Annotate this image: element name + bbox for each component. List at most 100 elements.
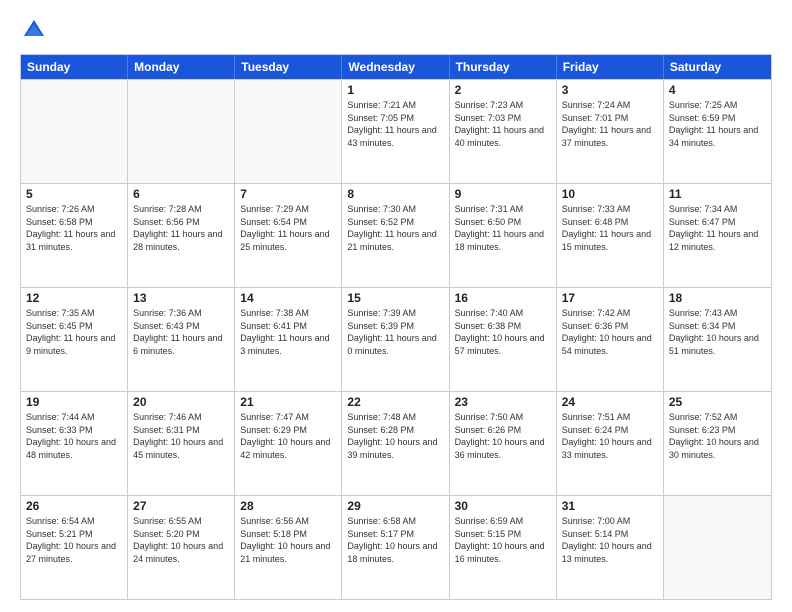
day-number: 22 (347, 395, 443, 409)
day-number: 10 (562, 187, 658, 201)
cell-info: Sunrise: 7:43 AM Sunset: 6:34 PM Dayligh… (669, 307, 766, 357)
day-number: 29 (347, 499, 443, 513)
day-number: 28 (240, 499, 336, 513)
cal-row-0: 1Sunrise: 7:21 AM Sunset: 7:05 PM Daylig… (21, 79, 771, 183)
day-number: 5 (26, 187, 122, 201)
cal-cell-16: 16Sunrise: 7:40 AM Sunset: 6:38 PM Dayli… (450, 288, 557, 391)
cal-cell-13: 13 Sunrise: 7:36 AM Sunset: 6:43 PM Dayli… (128, 288, 235, 391)
day-number: 2 (455, 83, 551, 97)
cell-info: Sunrise: 7:25 AM Sunset: 6:59 PM Dayligh… (669, 99, 766, 149)
header (20, 16, 772, 44)
day-number: 18 (669, 291, 766, 305)
calendar-header-row: SundayMondayTuesdayWednesdayThursdayFrid… (21, 55, 771, 79)
day-number: 21 (240, 395, 336, 409)
cal-cell-9: 9 Sunrise: 7:31 AM Sunset: 6:50 PM Daylig… (450, 184, 557, 287)
cal-cell-27: 27 Sunrise: 6:55 AM Sunset: 5:20 PM Dayli… (128, 496, 235, 599)
day-number: 12 (26, 291, 122, 305)
cell-info: Sunrise: 7:36 AM Sunset: 6:43 PM Dayligh… (133, 307, 229, 357)
logo (20, 16, 52, 44)
cal-header-friday: Friday (557, 55, 664, 79)
cell-info: Sunrise: 7:46 AM Sunset: 6:31 PM Dayligh… (133, 411, 229, 461)
cell-info: Sunrise: 7:44 AM Sunset: 6:33 PM Dayligh… (26, 411, 122, 461)
cell-info: Sunrise: 6:56 AM Sunset: 5:18 PM Dayligh… (240, 515, 336, 565)
cal-cell-14: 14Sunrise: 7:38 AM Sunset: 6:41 PM Dayli… (235, 288, 342, 391)
cell-info: Sunrise: 7:29 AM Sunset: 6:54 PM Dayligh… (240, 203, 336, 253)
cell-info: Sunrise: 7:34 AM Sunset: 6:47 PM Dayligh… (669, 203, 766, 253)
cell-info: Sunrise: 7:00 AM Sunset: 5:14 PM Dayligh… (562, 515, 658, 565)
cell-info: Sunrise: 7:23 AM Sunset: 7:03 PM Dayligh… (455, 99, 551, 149)
day-number: 9 (455, 187, 551, 201)
cal-cell-24: 24 Sunrise: 7:51 AM Sunset: 6:24 PM Dayli… (557, 392, 664, 495)
cell-info: Sunrise: 7:35 AM Sunset: 6:45 PM Dayligh… (26, 307, 122, 357)
day-number: 6 (133, 187, 229, 201)
cal-cell-3: 3Sunrise: 7:24 AM Sunset: 7:01 PM Daylig… (557, 80, 664, 183)
cal-cell-12: 12 Sunrise: 7:35 AM Sunset: 6:45 PM Dayli… (21, 288, 128, 391)
cell-info: Sunrise: 6:59 AM Sunset: 5:15 PM Dayligh… (455, 515, 551, 565)
calendar: SundayMondayTuesdayWednesdayThursdayFrid… (20, 54, 772, 600)
cal-cell-20: 20 Sunrise: 7:46 AM Sunset: 6:31 PM Dayli… (128, 392, 235, 495)
cal-cell-17: 17 Sunrise: 7:42 AM Sunset: 6:36 PM Dayli… (557, 288, 664, 391)
cal-cell-5: 5 Sunrise: 7:26 AM Sunset: 6:58 PM Daylig… (21, 184, 128, 287)
cell-info: Sunrise: 6:58 AM Sunset: 5:17 PM Dayligh… (347, 515, 443, 565)
cell-info: Sunrise: 7:33 AM Sunset: 6:48 PM Dayligh… (562, 203, 658, 253)
day-number: 20 (133, 395, 229, 409)
cell-info: Sunrise: 7:50 AM Sunset: 6:26 PM Dayligh… (455, 411, 551, 461)
cal-cell-18: 18 Sunrise: 7:43 AM Sunset: 6:34 PM Dayli… (664, 288, 771, 391)
day-number: 31 (562, 499, 658, 513)
cell-info: Sunrise: 7:40 AM Sunset: 6:38 PM Dayligh… (455, 307, 551, 357)
day-number: 11 (669, 187, 766, 201)
cal-header-monday: Monday (128, 55, 235, 79)
cell-info: Sunrise: 7:52 AM Sunset: 6:23 PM Dayligh… (669, 411, 766, 461)
day-number: 24 (562, 395, 658, 409)
cal-cell-empty-0-0 (21, 80, 128, 183)
day-number: 7 (240, 187, 336, 201)
calendar-body: 1Sunrise: 7:21 AM Sunset: 7:05 PM Daylig… (21, 79, 771, 599)
cell-info: Sunrise: 6:55 AM Sunset: 5:20 PM Dayligh… (133, 515, 229, 565)
cal-cell-30: 30Sunrise: 6:59 AM Sunset: 5:15 PM Dayli… (450, 496, 557, 599)
cal-cell-10: 10 Sunrise: 7:33 AM Sunset: 6:48 PM Dayli… (557, 184, 664, 287)
cal-row-2: 12 Sunrise: 7:35 AM Sunset: 6:45 PM Dayli… (21, 287, 771, 391)
day-number: 13 (133, 291, 229, 305)
cell-info: Sunrise: 7:42 AM Sunset: 6:36 PM Dayligh… (562, 307, 658, 357)
day-number: 17 (562, 291, 658, 305)
cal-cell-22: 22 Sunrise: 7:48 AM Sunset: 6:28 PM Dayli… (342, 392, 449, 495)
cal-header-saturday: Saturday (664, 55, 771, 79)
cal-cell-15: 15Sunrise: 7:39 AM Sunset: 6:39 PM Dayli… (342, 288, 449, 391)
cal-cell-4: 4 Sunrise: 7:25 AM Sunset: 6:59 PM Daylig… (664, 80, 771, 183)
cal-row-3: 19 Sunrise: 7:44 AM Sunset: 6:33 PM Dayli… (21, 391, 771, 495)
cell-info: Sunrise: 7:48 AM Sunset: 6:28 PM Dayligh… (347, 411, 443, 461)
day-number: 23 (455, 395, 551, 409)
cal-cell-7: 7 Sunrise: 7:29 AM Sunset: 6:54 PM Daylig… (235, 184, 342, 287)
cell-info: Sunrise: 7:30 AM Sunset: 6:52 PM Dayligh… (347, 203, 443, 253)
cal-cell-empty-0-1 (128, 80, 235, 183)
cal-cell-29: 29 Sunrise: 6:58 AM Sunset: 5:17 PM Dayli… (342, 496, 449, 599)
day-number: 14 (240, 291, 336, 305)
day-number: 27 (133, 499, 229, 513)
cal-cell-23: 23 Sunrise: 7:50 AM Sunset: 6:26 PM Dayli… (450, 392, 557, 495)
cal-cell-31: 31 Sunrise: 7:00 AM Sunset: 5:14 PM Dayli… (557, 496, 664, 599)
logo-icon (20, 16, 48, 44)
cal-cell-6: 6 Sunrise: 7:28 AM Sunset: 6:56 PM Daylig… (128, 184, 235, 287)
day-number: 1 (347, 83, 443, 97)
cal-cell-19: 19 Sunrise: 7:44 AM Sunset: 6:33 PM Dayli… (21, 392, 128, 495)
cell-info: Sunrise: 7:47 AM Sunset: 6:29 PM Dayligh… (240, 411, 336, 461)
day-number: 19 (26, 395, 122, 409)
cal-cell-empty-0-2 (235, 80, 342, 183)
cal-cell-empty-4-6 (664, 496, 771, 599)
cell-info: Sunrise: 7:28 AM Sunset: 6:56 PM Dayligh… (133, 203, 229, 253)
cal-cell-11: 11 Sunrise: 7:34 AM Sunset: 6:47 PM Dayli… (664, 184, 771, 287)
cell-info: Sunrise: 7:31 AM Sunset: 6:50 PM Dayligh… (455, 203, 551, 253)
cell-info: Sunrise: 7:39 AM Sunset: 6:39 PM Dayligh… (347, 307, 443, 357)
day-number: 8 (347, 187, 443, 201)
day-number: 4 (669, 83, 766, 97)
cal-cell-25: 25Sunrise: 7:52 AM Sunset: 6:23 PM Dayli… (664, 392, 771, 495)
cal-cell-1: 1Sunrise: 7:21 AM Sunset: 7:05 PM Daylig… (342, 80, 449, 183)
cal-cell-8: 8 Sunrise: 7:30 AM Sunset: 6:52 PM Daylig… (342, 184, 449, 287)
cal-header-sunday: Sunday (21, 55, 128, 79)
day-number: 26 (26, 499, 122, 513)
cal-header-wednesday: Wednesday (342, 55, 449, 79)
cell-info: Sunrise: 7:26 AM Sunset: 6:58 PM Dayligh… (26, 203, 122, 253)
cal-cell-2: 2 Sunrise: 7:23 AM Sunset: 7:03 PM Daylig… (450, 80, 557, 183)
cell-info: Sunrise: 7:51 AM Sunset: 6:24 PM Dayligh… (562, 411, 658, 461)
cal-header-tuesday: Tuesday (235, 55, 342, 79)
